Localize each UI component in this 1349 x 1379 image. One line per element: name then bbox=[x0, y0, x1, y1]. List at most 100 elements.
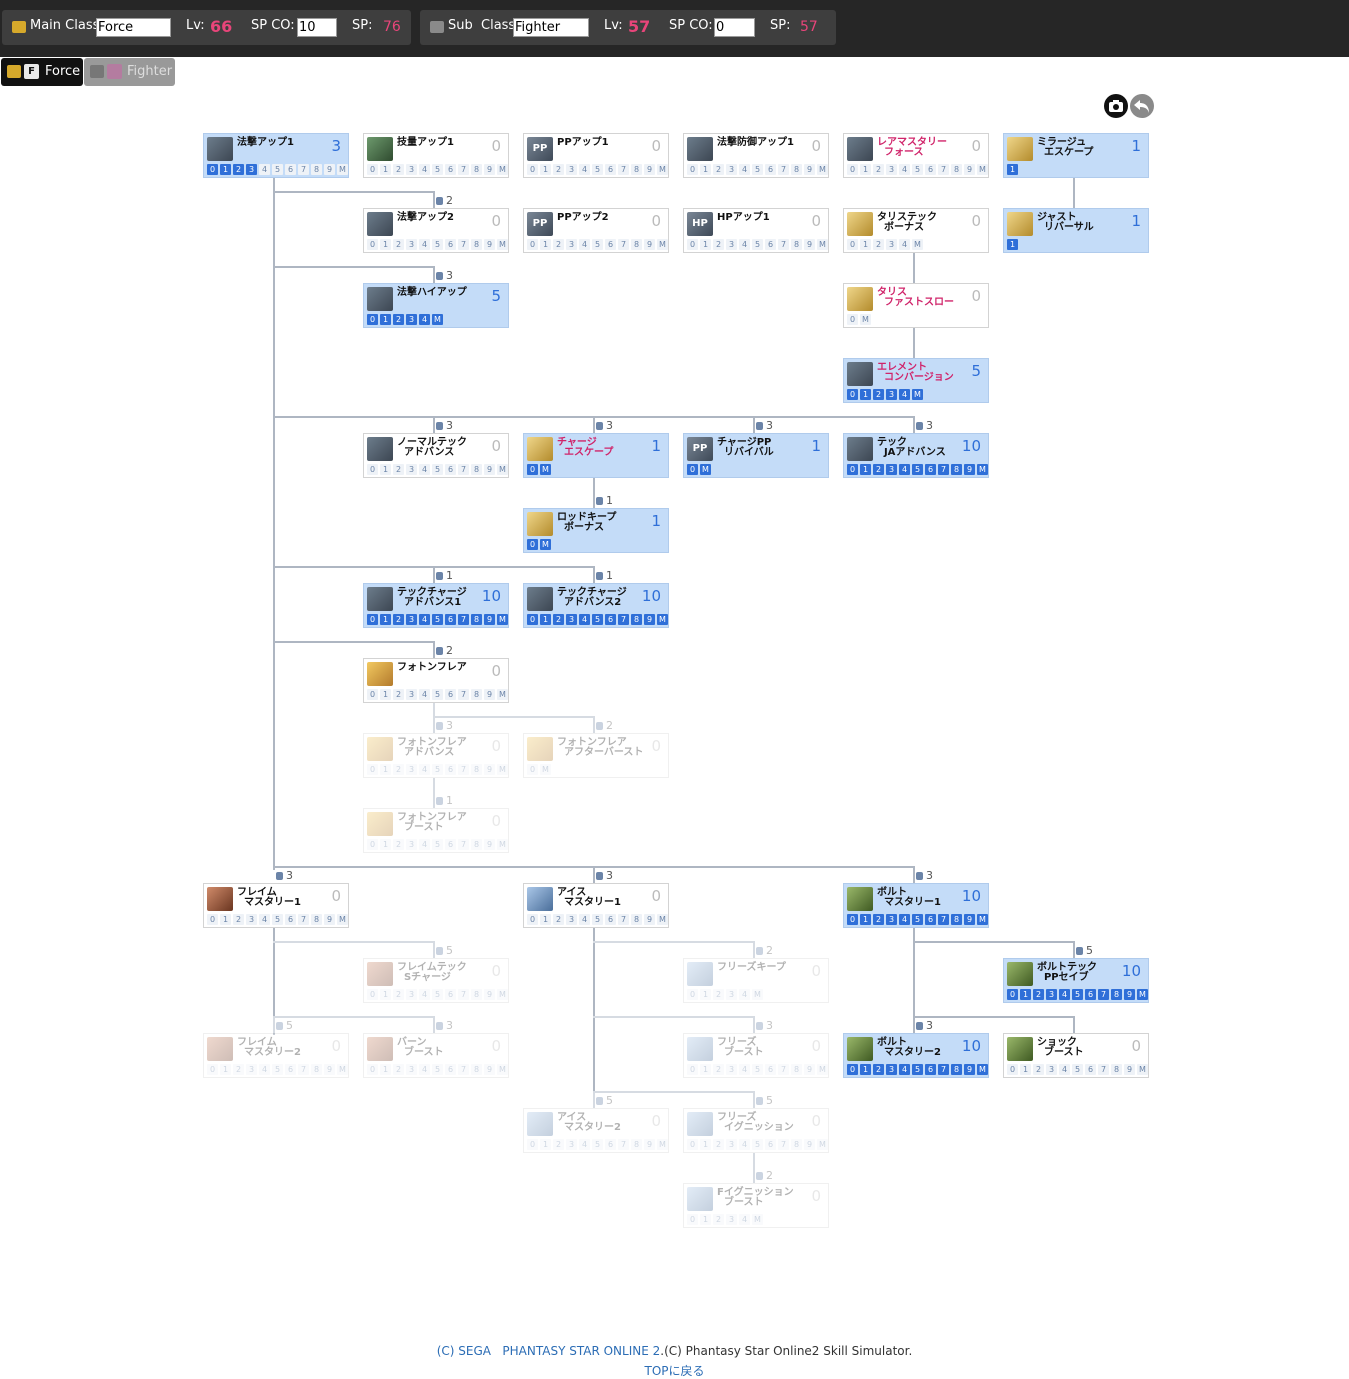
level-button[interactable]: 8 bbox=[471, 1064, 482, 1075]
skill-node[interactable]: テックチャージ アドバンス2 10 0 1 2 3 4 5 6 7 8 9 M bbox=[523, 583, 669, 628]
level-button[interactable]: M bbox=[337, 914, 348, 925]
level-button[interactable]: 3 bbox=[406, 614, 417, 625]
level-button[interactable]: 3 bbox=[406, 839, 417, 850]
level-button[interactable]: 6 bbox=[445, 464, 456, 475]
level-button[interactable]: M bbox=[1137, 1064, 1148, 1075]
skill-node[interactable]: ジャスト リバーサル 1 1 bbox=[1003, 208, 1149, 253]
level-button[interactable]: 1 bbox=[700, 989, 711, 1000]
level-button[interactable]: 3 bbox=[1046, 989, 1057, 1000]
level-button[interactable]: 8 bbox=[471, 464, 482, 475]
level-button[interactable]: 4 bbox=[739, 239, 750, 250]
level-button[interactable]: 0 bbox=[527, 914, 538, 925]
level-button[interactable]: 4 bbox=[739, 989, 750, 1000]
skill-node[interactable]: チャージ エスケープ 1 0 M bbox=[523, 433, 669, 478]
level-button[interactable]: 3 bbox=[886, 389, 897, 400]
skill-node[interactable]: テックチャージ アドバンス1 10 0 1 2 3 4 5 6 7 8 9 M bbox=[363, 583, 509, 628]
level-button[interactable]: 1 bbox=[380, 764, 391, 775]
level-button[interactable]: 2 bbox=[873, 1064, 884, 1075]
level-button[interactable]: 5 bbox=[272, 914, 283, 925]
level-button[interactable]: M bbox=[497, 464, 508, 475]
level-button[interactable]: 2 bbox=[713, 1139, 724, 1150]
level-button[interactable]: 1 bbox=[380, 239, 391, 250]
level-button[interactable]: 1 bbox=[380, 464, 391, 475]
level-button[interactable]: 7 bbox=[938, 1064, 949, 1075]
level-button[interactable]: 7 bbox=[938, 164, 949, 175]
level-button[interactable]: 3 bbox=[886, 239, 897, 250]
level-button[interactable]: 4 bbox=[259, 914, 270, 925]
level-button[interactable]: 9 bbox=[484, 239, 495, 250]
level-button[interactable]: 2 bbox=[233, 164, 244, 175]
level-button[interactable]: 5 bbox=[592, 1139, 603, 1150]
skill-node[interactable]: ノーマルテック アドバンス 0 0 1 2 3 4 5 6 7 8 9 M bbox=[363, 433, 509, 478]
level-button[interactable]: M bbox=[817, 1139, 828, 1150]
level-button[interactable]: M bbox=[497, 839, 508, 850]
level-button[interactable]: 0 bbox=[367, 689, 378, 700]
level-button[interactable]: 5 bbox=[432, 989, 443, 1000]
level-button[interactable]: 5 bbox=[912, 1064, 923, 1075]
level-button[interactable]: 7 bbox=[778, 1064, 789, 1075]
level-button[interactable]: 8 bbox=[791, 164, 802, 175]
level-button[interactable]: 4 bbox=[419, 989, 430, 1000]
level-button[interactable]: 6 bbox=[925, 1064, 936, 1075]
level-button[interactable]: 3 bbox=[246, 164, 257, 175]
level-button[interactable]: M bbox=[977, 1064, 988, 1075]
level-button[interactable]: 9 bbox=[484, 989, 495, 1000]
level-button[interactable]: M bbox=[432, 314, 443, 325]
level-button[interactable]: M bbox=[540, 539, 551, 550]
level-button[interactable]: 4 bbox=[899, 389, 910, 400]
level-button[interactable]: 0 bbox=[1007, 989, 1018, 1000]
level-button[interactable]: 9 bbox=[484, 764, 495, 775]
skill-node[interactable]: タリス ファストスロー 0 0 M bbox=[843, 283, 989, 328]
level-button[interactable]: 6 bbox=[1085, 989, 1096, 1000]
level-button[interactable]: 3 bbox=[566, 164, 577, 175]
level-button[interactable]: 0 bbox=[367, 1064, 378, 1075]
level-button[interactable]: M bbox=[497, 989, 508, 1000]
level-button[interactable]: 2 bbox=[713, 164, 724, 175]
skill-node[interactable]: バーン ブースト 0 0 1 2 3 4 5 6 7 8 9 M bbox=[363, 1033, 509, 1078]
level-button[interactable]: 0 bbox=[847, 389, 858, 400]
level-button[interactable]: 4 bbox=[899, 1064, 910, 1075]
level-button[interactable]: 9 bbox=[964, 464, 975, 475]
level-button[interactable]: 5 bbox=[912, 464, 923, 475]
level-button[interactable]: 2 bbox=[553, 239, 564, 250]
level-button[interactable]: 6 bbox=[765, 1139, 776, 1150]
level-button[interactable]: 2 bbox=[713, 989, 724, 1000]
level-button[interactable]: M bbox=[700, 464, 711, 475]
level-button[interactable]: 8 bbox=[1111, 989, 1122, 1000]
skill-node[interactable]: PP PPアップ1 0 0 1 2 3 4 5 6 7 8 9 M bbox=[523, 133, 669, 178]
level-button[interactable]: 3 bbox=[406, 164, 417, 175]
level-button[interactable]: 0 bbox=[527, 764, 538, 775]
level-button[interactable]: 5 bbox=[912, 914, 923, 925]
level-button[interactable]: M bbox=[657, 239, 668, 250]
level-button[interactable]: M bbox=[497, 239, 508, 250]
level-button[interactable]: 5 bbox=[592, 239, 603, 250]
level-button[interactable]: 1 bbox=[380, 689, 391, 700]
level-button[interactable]: 0 bbox=[207, 1064, 218, 1075]
level-button[interactable]: 2 bbox=[1033, 1064, 1044, 1075]
level-button[interactable]: 5 bbox=[432, 839, 443, 850]
level-button[interactable]: 8 bbox=[631, 914, 642, 925]
level-button[interactable]: 4 bbox=[899, 464, 910, 475]
level-button[interactable]: 5 bbox=[432, 464, 443, 475]
level-button[interactable]: 2 bbox=[873, 389, 884, 400]
level-button[interactable]: 6 bbox=[445, 764, 456, 775]
level-button[interactable]: 5 bbox=[592, 614, 603, 625]
skill-node[interactable]: Fイグニッション ブースト 0 0 1 2 3 4 M bbox=[683, 1183, 829, 1228]
level-button[interactable]: M bbox=[540, 764, 551, 775]
level-button[interactable]: 9 bbox=[324, 1064, 335, 1075]
skill-node[interactable]: フォトンフレア 0 0 1 2 3 4 5 6 7 8 9 M bbox=[363, 658, 509, 703]
level-button[interactable]: 7 bbox=[458, 614, 469, 625]
skill-node[interactable]: フリーズ イグニッション 0 0 1 2 3 4 5 6 7 8 9 M bbox=[683, 1108, 829, 1153]
level-button[interactable]: 4 bbox=[579, 614, 590, 625]
level-button[interactable]: 5 bbox=[272, 164, 283, 175]
level-button[interactable]: 2 bbox=[233, 914, 244, 925]
level-button[interactable]: M bbox=[977, 164, 988, 175]
level-button[interactable]: 2 bbox=[1033, 989, 1044, 1000]
level-button[interactable]: M bbox=[912, 389, 923, 400]
skill-node[interactable]: フォトンフレア ブースト 0 0 1 2 3 4 5 6 7 8 9 M bbox=[363, 808, 509, 853]
level-button[interactable]: 4 bbox=[579, 914, 590, 925]
level-button[interactable]: 1 bbox=[540, 239, 551, 250]
level-button[interactable]: 2 bbox=[713, 239, 724, 250]
level-button[interactable]: 7 bbox=[458, 839, 469, 850]
level-button[interactable]: M bbox=[977, 914, 988, 925]
